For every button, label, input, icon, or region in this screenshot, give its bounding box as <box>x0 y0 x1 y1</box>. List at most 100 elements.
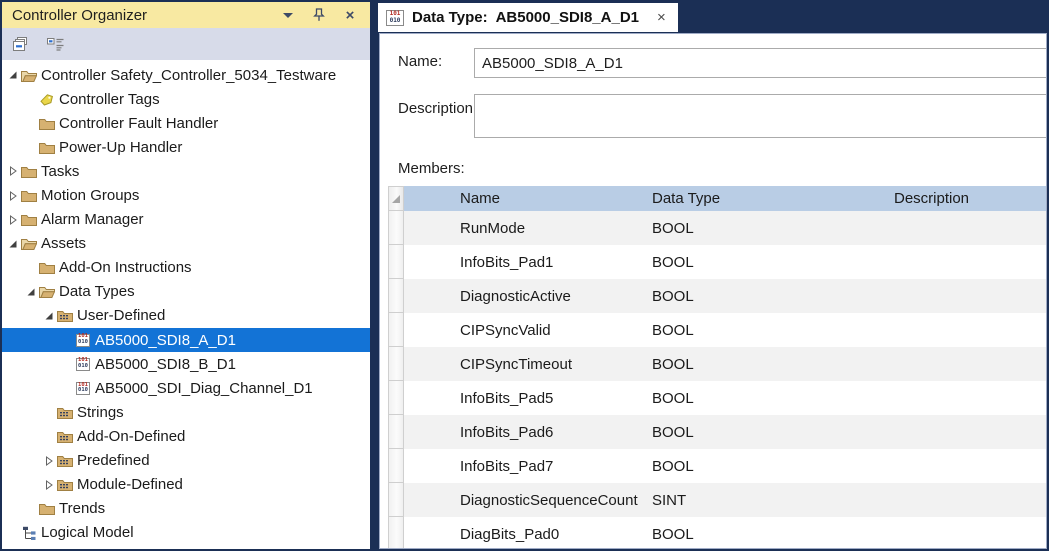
pin-icon[interactable] <box>312 8 326 22</box>
member-description-cell[interactable] <box>888 211 1046 245</box>
member-description-cell[interactable] <box>888 245 1046 279</box>
member-type-cell[interactable]: BOOL <box>646 517 888 548</box>
member-row: DiagBits_Pad0 BOOL <box>388 517 1046 548</box>
tab-close-icon[interactable]: × <box>657 10 666 25</box>
tree-item[interactable]: 101010 AB5000_SDI8_B_D1 <box>2 352 370 376</box>
expand-node-icon[interactable] <box>42 456 56 466</box>
member-type-cell[interactable]: BOOL <box>646 449 888 483</box>
tree-item[interactable]: Trends <box>2 497 370 521</box>
member-type-cell[interactable]: BOOL <box>646 415 888 449</box>
tree-item-label: Strings <box>77 404 130 421</box>
grid-body: RunMode BOOL InfoBits_Pad1 BOOL Diagnost… <box>388 211 1046 548</box>
tree-item[interactable]: Tasks <box>2 159 370 183</box>
tree-item[interactable]: 101010 AB5000_SDI_Diag_Channel_D1 <box>2 376 370 400</box>
collapse-node-icon[interactable] <box>6 239 20 249</box>
row-selector[interactable] <box>388 483 404 517</box>
expand-node-icon[interactable] <box>6 166 20 176</box>
collapse-node-icon[interactable] <box>24 287 38 297</box>
expand-node-icon[interactable] <box>6 215 20 225</box>
column-header-description[interactable]: Description <box>888 186 1046 211</box>
tree-item-label: Controller Tags <box>59 91 166 108</box>
member-name-cell[interactable]: InfoBits_Pad6 <box>404 415 646 449</box>
folder-icon <box>38 115 56 131</box>
tree-item-label: Controller Fault Handler <box>59 115 224 132</box>
member-row: InfoBits_Pad6 BOOL <box>388 415 1046 449</box>
select-all-cell[interactable] <box>388 186 404 211</box>
description-input[interactable] <box>474 94 1047 138</box>
member-description-cell[interactable] <box>888 381 1046 415</box>
tree-indent <box>2 147 24 148</box>
name-input[interactable] <box>474 48 1047 78</box>
member-name-cell[interactable]: InfoBits_Pad1 <box>404 245 646 279</box>
tree-item[interactable]: Assets <box>2 232 370 256</box>
member-name-cell[interactable]: DiagnosticSequenceCount <box>404 483 646 517</box>
window-position-icon[interactable] <box>281 8 295 22</box>
tree-item[interactable]: Controller Fault Handler <box>2 111 370 135</box>
row-selector[interactable] <box>388 313 404 347</box>
member-type-cell[interactable]: BOOL <box>646 211 888 245</box>
member-description-cell[interactable] <box>888 279 1046 313</box>
folder-icon <box>38 139 56 155</box>
member-name-cell[interactable]: InfoBits_Pad5 <box>404 381 646 415</box>
close-icon[interactable]: × <box>343 8 357 22</box>
member-type-cell[interactable]: SINT <box>646 483 888 517</box>
tree-item[interactable]: User-Defined <box>2 304 370 328</box>
member-description-cell[interactable] <box>888 313 1046 347</box>
tree-item[interactable]: Logical Model <box>2 521 370 545</box>
collapse-node-icon[interactable] <box>6 70 20 80</box>
tree-item[interactable]: Motion Groups <box>2 183 370 207</box>
tree-item[interactable]: Data Types <box>2 280 370 304</box>
tree-item[interactable]: Module-Defined <box>2 473 370 497</box>
row-selector[interactable] <box>388 381 404 415</box>
collapse-node-icon[interactable] <box>42 311 56 321</box>
folder-udt-icon <box>56 404 74 420</box>
row-selector[interactable] <box>388 347 404 381</box>
row-selector[interactable] <box>388 245 404 279</box>
expand-properties-button[interactable] <box>43 33 67 55</box>
member-name-cell[interactable]: CIPSyncValid <box>404 313 646 347</box>
tree-item[interactable]: 101010 AB5000_SDI8_A_D1 <box>2 328 370 352</box>
tree-item[interactable]: Alarm Manager <box>2 208 370 232</box>
row-selector[interactable] <box>388 415 404 449</box>
member-name-cell[interactable]: InfoBits_Pad7 <box>404 449 646 483</box>
member-type-cell[interactable]: BOOL <box>646 313 888 347</box>
tree-item-label: Data Types <box>59 283 141 300</box>
row-selector[interactable] <box>388 517 404 548</box>
tree-item[interactable]: Power-Up Handler <box>2 135 370 159</box>
column-header-data-type[interactable]: Data Type <box>646 186 888 211</box>
tree-item[interactable]: Add-On-Defined <box>2 424 370 448</box>
member-type-cell[interactable]: BOOL <box>646 347 888 381</box>
member-name-cell[interactable]: CIPSyncTimeout <box>404 347 646 381</box>
tree-item[interactable]: Add-On Instructions <box>2 256 370 280</box>
member-description-cell[interactable] <box>888 347 1046 381</box>
tree-indent <box>2 388 60 389</box>
member-type-cell[interactable]: BOOL <box>646 381 888 415</box>
member-name-cell[interactable]: DiagBits_Pad0 <box>404 517 646 548</box>
collapse-all-button[interactable] <box>9 33 33 55</box>
member-description-cell[interactable] <box>888 415 1046 449</box>
tree-item[interactable]: Controller Tags <box>2 87 370 111</box>
collapse-all-icon <box>12 36 31 53</box>
tree-item[interactable]: Strings <box>2 400 370 424</box>
member-description-cell[interactable] <box>888 517 1046 548</box>
tree-item-label: Trends <box>59 500 111 517</box>
member-type-cell[interactable]: BOOL <box>646 279 888 313</box>
column-header-name[interactable]: Name <box>404 186 646 211</box>
expand-node-icon[interactable] <box>42 480 56 490</box>
tab-data-type[interactable]: 101010 Data Type: AB5000_SDI8_A_D1 × <box>378 3 678 32</box>
tree-item[interactable]: Controller Safety_Controller_5034_Testwa… <box>2 63 370 87</box>
tree-indent <box>2 412 42 413</box>
members-grid: Name Data Type Description RunMode BOOL … <box>388 186 1046 548</box>
member-name-cell[interactable]: RunMode <box>404 211 646 245</box>
row-selector[interactable] <box>388 449 404 483</box>
member-name-cell[interactable]: DiagnosticActive <box>404 279 646 313</box>
member-description-cell[interactable] <box>888 449 1046 483</box>
tree-item[interactable]: Predefined <box>2 449 370 473</box>
member-description-cell[interactable] <box>888 483 1046 517</box>
expand-node-icon[interactable] <box>6 191 20 201</box>
row-selector[interactable] <box>388 279 404 313</box>
tree-indent <box>2 99 24 100</box>
row-selector[interactable] <box>388 211 404 245</box>
member-type-cell[interactable]: BOOL <box>646 245 888 279</box>
folder-open-icon <box>20 67 38 83</box>
